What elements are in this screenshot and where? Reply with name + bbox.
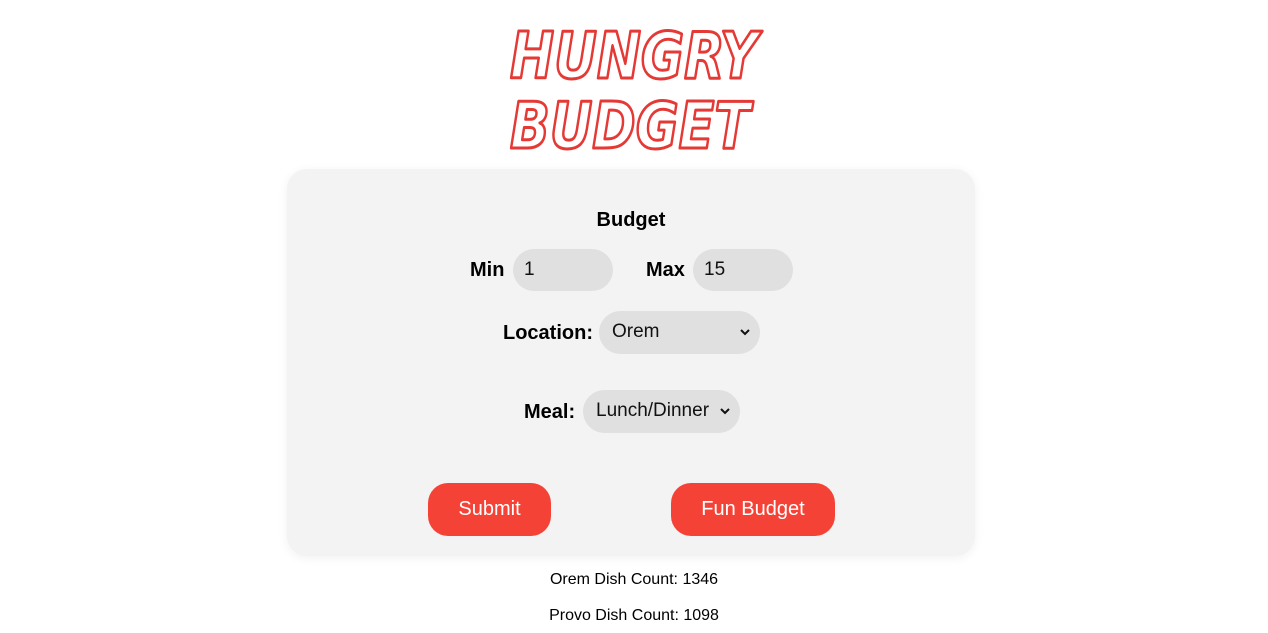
page: HUNGRY BUDGET Budget Min Max Location: O… (0, 0, 1268, 633)
location-select[interactable]: Orem (599, 311, 760, 354)
logo-line-1: HUNGRY (510, 20, 763, 94)
chevron-down-icon (740, 329, 750, 336)
min-budget-input[interactable] (513, 249, 613, 291)
max-label: Max (646, 259, 685, 281)
logo-graphic: HUNGRY BUDGET (509, 19, 765, 159)
orem-dish-count: Orem Dish Count: 1346 (549, 571, 719, 588)
meal-selected-value: Lunch/Dinner (596, 400, 710, 421)
chevron-down-icon (720, 408, 730, 415)
meal-select[interactable]: Lunch/Dinner (583, 390, 740, 433)
min-label: Min (470, 259, 505, 281)
location-label: Location: (503, 322, 593, 344)
budget-form-card: Budget Min Max Location: Orem Meal: Lunc… (287, 169, 975, 556)
logo-line-2: BUDGET (510, 90, 754, 158)
meal-label: Meal: (524, 401, 576, 423)
fun-budget-button[interactable]: Fun Budget (671, 483, 835, 536)
submit-button[interactable]: Submit (428, 483, 551, 536)
provo-dish-count: Provo Dish Count: 1098 (549, 607, 719, 624)
hungry-budget-logo: HUNGRY BUDGET (0, 8, 1268, 159)
budget-heading: Budget (596, 209, 666, 231)
max-budget-input[interactable] (693, 249, 793, 291)
location-selected-value: Orem (612, 321, 660, 342)
